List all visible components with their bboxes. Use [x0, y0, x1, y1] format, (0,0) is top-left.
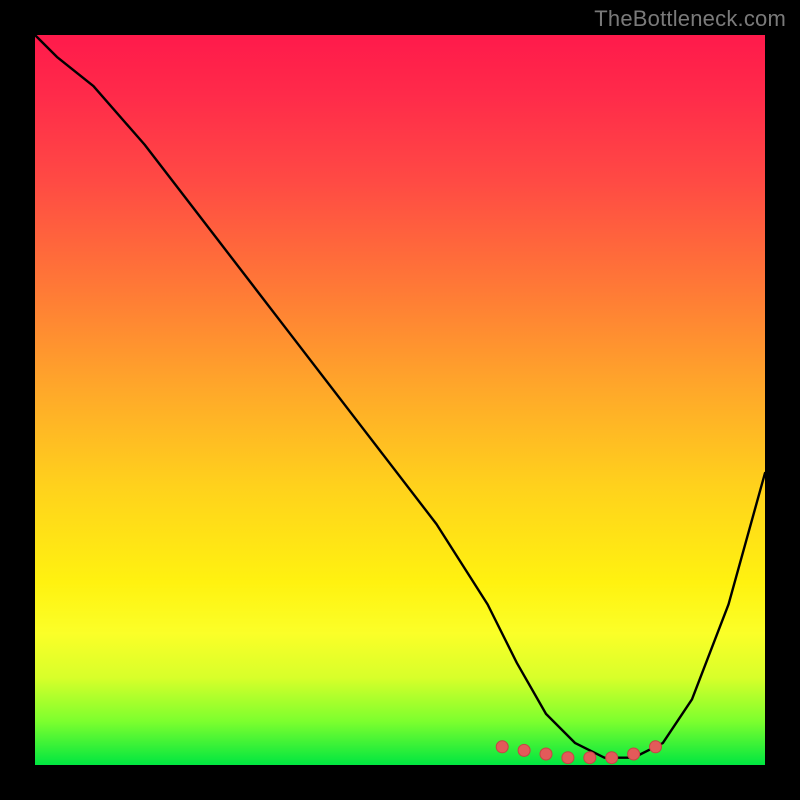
chart-frame: TheBottleneck.com	[0, 0, 800, 800]
gradient-plot-background	[35, 35, 765, 765]
watermark-text: TheBottleneck.com	[594, 6, 786, 32]
